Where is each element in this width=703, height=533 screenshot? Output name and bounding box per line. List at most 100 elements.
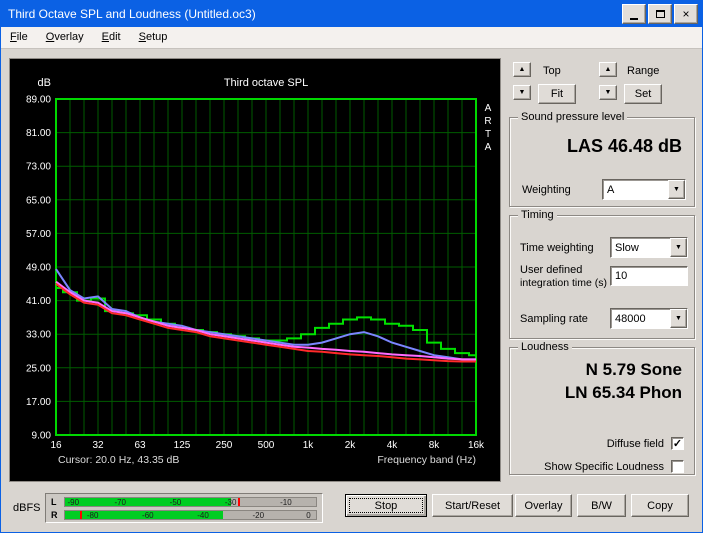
start-reset-button-label: Start/Reset [445,500,500,512]
meter-scale-label: 0 [306,511,310,520]
stop-button[interactable]: Stop [345,494,427,517]
weighting-label: Weighting [522,184,571,196]
dropdown-arrow-icon[interactable]: ▼ [668,180,685,199]
svg-text:8k: 8k [429,440,441,451]
fit-button[interactable]: Fit [538,84,576,104]
up-arrow-icon: ▲ [605,66,612,73]
svg-text:Third octave SPL: Third octave SPL [224,77,308,89]
meter-bar: -80-60-40-200 [64,510,317,520]
dropdown-arrow-icon[interactable]: ▼ [670,309,687,328]
range-up-button[interactable]: ▲ [599,62,617,77]
overlay-button-label: Overlay [525,500,563,512]
sampling-rate-label: Sampling rate [520,313,588,325]
svg-text:T: T [485,129,491,140]
svg-text:73.00: 73.00 [26,162,51,173]
svg-text:89.00: 89.00 [26,95,51,106]
dropdown-arrow-icon[interactable]: ▼ [670,238,687,257]
close-button[interactable]: × [674,4,698,24]
meter-scale-label: -40 [197,511,209,520]
meter-channel-r: R-80-60-40-200 [51,510,317,521]
menu-edit[interactable]: Edit [93,27,130,48]
minimize-icon [630,18,638,20]
top-up-button[interactable]: ▲ [513,62,531,77]
minimize-button[interactable] [622,4,646,24]
svg-text:49.00: 49.00 [26,263,51,274]
set-button-label: Set [635,88,652,100]
svg-text:125: 125 [174,440,191,451]
stop-button-label: Stop [375,500,398,512]
svg-text:250: 250 [216,440,233,451]
integration-time-input[interactable] [610,266,688,286]
down-arrow-icon: ▼ [605,89,612,96]
meter-scale-label: -50 [170,498,182,507]
loudness-n-value: N 5.79 Sone [586,360,682,380]
svg-text:9.00: 9.00 [32,431,52,442]
svg-text:R: R [484,116,491,127]
meter-scale-label: -10 [280,498,292,507]
meter-scale-label: -70 [114,498,126,507]
svg-text:41.00: 41.00 [26,296,51,307]
menu-file[interactable]: File [1,27,37,48]
down-arrow-icon: ▼ [675,244,682,251]
meter-scale-label: -20 [252,511,264,520]
app-window: Third Octave SPL and Loudness (Untitled.… [0,0,703,533]
svg-text:dB: dB [38,77,51,89]
meter-bar: -90 -70 -50 -30 -10 [64,497,317,507]
weighting-value: A [603,184,668,196]
svg-text:1k: 1k [303,440,315,451]
down-arrow-icon: ▼ [675,315,682,322]
svg-text:81.00: 81.00 [26,128,51,139]
meter-peak-indicator [80,511,82,519]
spl-chart: 89.0081.0073.0065.0057.0049.0041.0033.00… [10,59,500,481]
specific-loudness-checkbox[interactable] [671,460,684,473]
start-reset-button[interactable]: Start/Reset [432,494,513,517]
svg-text:57.00: 57.00 [26,229,51,240]
window-title: Third Octave SPL and Loudness (Untitled.… [8,7,620,21]
loudness-group-label: Loudness [518,341,572,353]
range-down-button[interactable]: ▼ [599,85,617,100]
meter-channel-l: L -90 -70 -50 -30 -10 [51,497,317,508]
meter-channel-label: R [51,510,58,520]
weighting-select[interactable]: A ▼ [602,179,686,200]
loudness-group: Loudness N 5.79 Sone LN 65.34 Phon Diffu… [509,347,695,475]
svg-text:16: 16 [50,440,62,451]
svg-text:63: 63 [134,440,146,451]
meter-scale-label: -60 [142,511,154,520]
maximize-button[interactable] [648,4,672,24]
timing-group: Timing Time weighting Slow ▼ User define… [509,215,695,339]
level-meter: L-90-70-50-30-10R-80-60-40-200 [45,493,323,523]
time-weighting-value: Slow [611,242,670,254]
menu-setup[interactable]: Setup [130,27,177,48]
menu-overlay[interactable]: Overlay [37,27,93,48]
meter-scale-label: -90 [68,498,80,507]
meter-fill [65,498,231,506]
top-down-button[interactable]: ▼ [513,85,531,100]
svg-text:A: A [485,142,492,153]
spl-chart-panel[interactable]: 89.0081.0073.0065.0057.0049.0041.0033.00… [9,58,501,482]
diffuse-field-checkbox[interactable]: ✓ [671,437,684,450]
svg-text:25.00: 25.00 [26,363,51,374]
svg-text:2k: 2k [345,440,357,451]
diffuse-field-label: Diffuse field [607,438,664,450]
copy-button-label: Copy [647,500,673,512]
meter-channel-label: L [51,497,57,507]
overlay-button[interactable]: Overlay [515,494,572,517]
down-arrow-icon: ▼ [519,89,526,96]
specific-loudness-label: Show Specific Loudness [544,461,664,473]
time-weighting-label: Time weighting [520,242,594,254]
range-label: Range [627,65,659,77]
dbfs-label: dBFS [13,502,41,514]
copy-button[interactable]: Copy [631,494,689,517]
integration-label-line1: User defined [520,264,582,276]
meter-scale-label: -30 [225,498,237,507]
close-icon: × [682,8,689,20]
top-label: Top [543,65,561,77]
svg-text:32: 32 [92,440,104,451]
time-weighting-select[interactable]: Slow ▼ [610,237,688,258]
title-bar[interactable]: Third Octave SPL and Loudness (Untitled.… [1,1,702,27]
bw-button[interactable]: B/W [577,494,626,517]
svg-text:65.00: 65.00 [26,195,51,206]
set-button[interactable]: Set [624,84,662,104]
menu-bar: File Overlay Edit Setup [1,27,702,49]
sampling-rate-select[interactable]: 48000 ▼ [610,308,688,329]
